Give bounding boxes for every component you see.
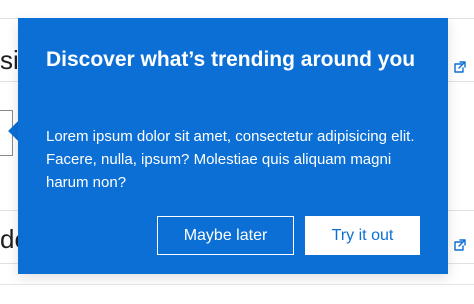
try-it-out-button[interactable]: Try it out xyxy=(305,216,420,255)
teaching-popup-body: Lorem ipsum dolor sit amet, consectetur … xyxy=(46,128,415,191)
teaching-popup: Discover what’s trending around you Lore… xyxy=(18,18,448,274)
external-link-icon[interactable] xyxy=(451,58,469,76)
maybe-later-button[interactable]: Maybe later xyxy=(157,216,294,255)
teaching-popup-title: Discover what’s trending around you xyxy=(46,48,416,71)
background-divider xyxy=(0,284,474,285)
external-link-icon[interactable] xyxy=(451,236,469,254)
background-heading-fragment-top: si xyxy=(0,45,19,75)
